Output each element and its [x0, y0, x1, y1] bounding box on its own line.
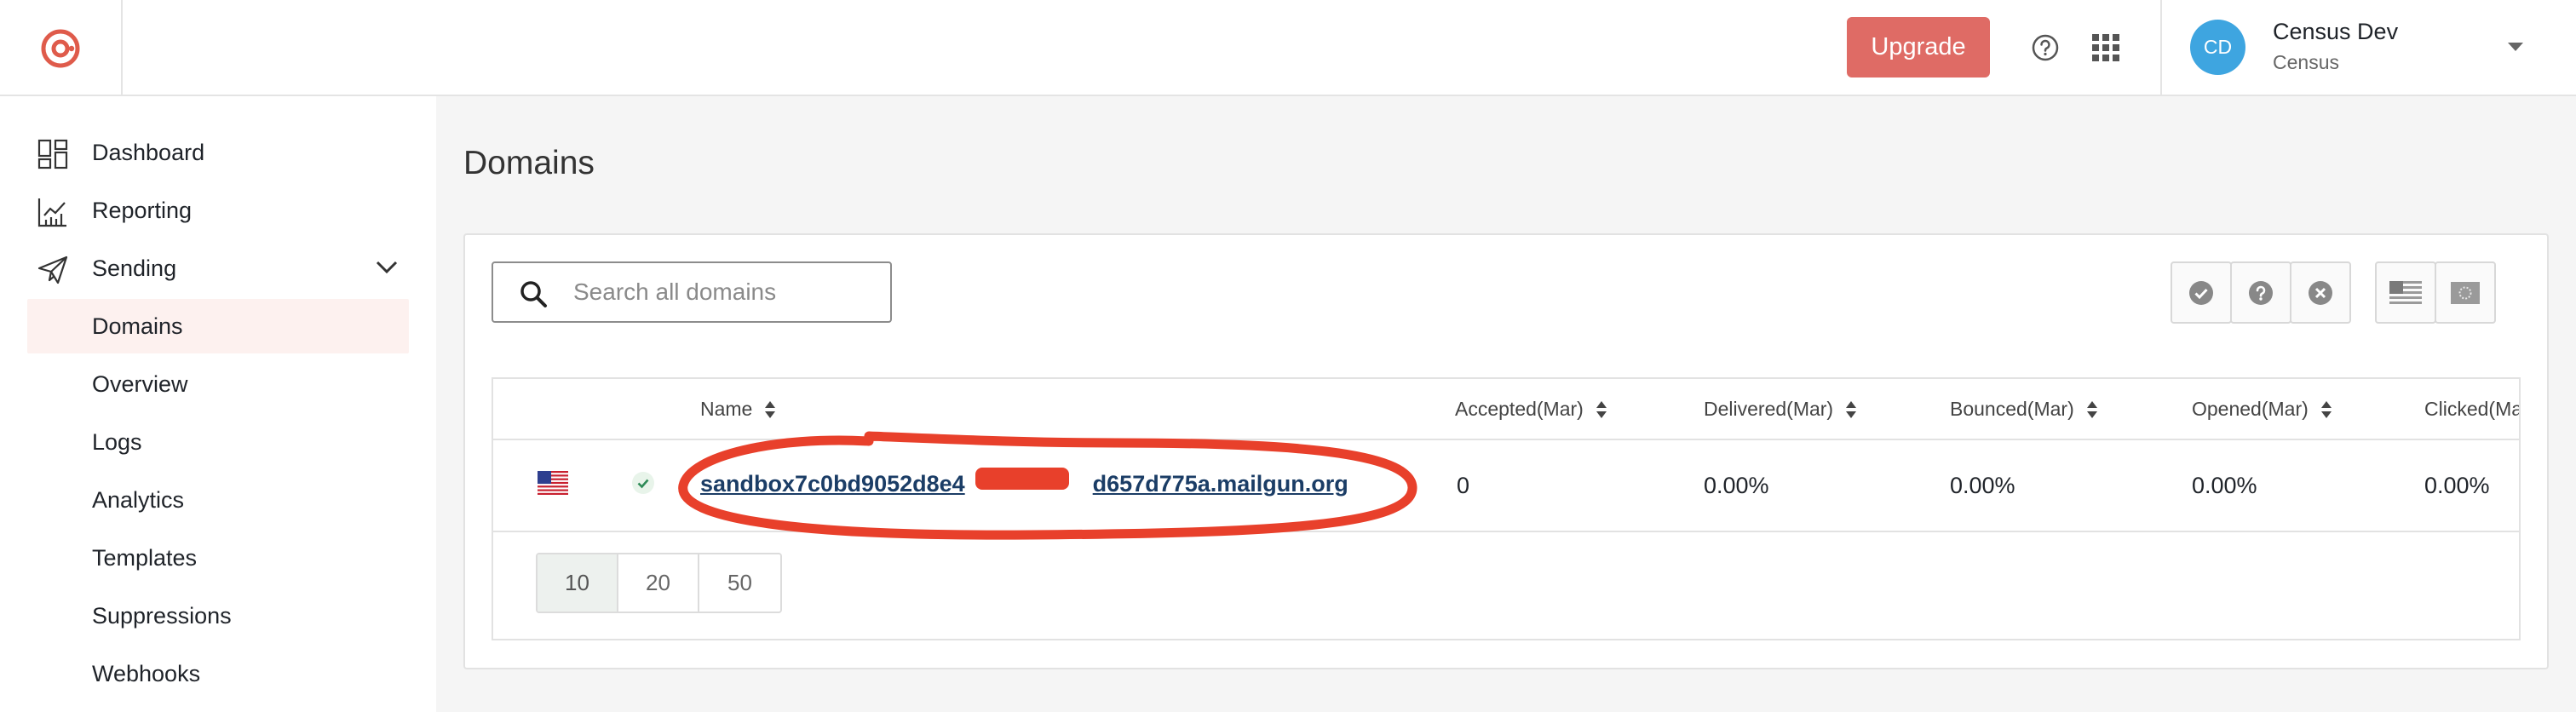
apps-grid-icon[interactable]: [2091, 33, 2120, 62]
clicked-cell: 0.00%: [2424, 473, 2490, 498]
sidebar-item-label: Sending: [92, 255, 177, 281]
x-circle-icon: [2309, 280, 2332, 305]
sidebar-item-overview[interactable]: Overview: [27, 357, 409, 411]
user-menu[interactable]: CD Census Dev Census: [2160, 0, 2576, 96]
column-header-accepted[interactable]: Accepted(Mar): [1455, 398, 1607, 421]
sort-icon: [1846, 400, 1857, 418]
redaction-mark: [975, 468, 1069, 490]
opened-cell: 0.00%: [2192, 473, 2257, 498]
page-size-10-button[interactable]: 10: [538, 554, 618, 612]
logo[interactable]: [0, 0, 123, 96]
sidebar-item-label: Overview: [92, 370, 188, 397]
sidebar: Dashboard Reporting Sending Domains Over…: [0, 96, 436, 712]
domain-name-suffix: d657d775a.mailgun.org: [1092, 471, 1348, 497]
sidebar-item-label: Webhooks: [92, 660, 201, 686]
sidebar-item-label: Reporting: [92, 197, 193, 223]
user-org: Census: [2273, 51, 2339, 73]
user-name: Census Dev: [2273, 19, 2399, 44]
table-row: sandbox7c0bd9052d8e4 d657d775a.mailgun.or…: [493, 440, 2519, 532]
sidebar-item-label: Logs: [92, 428, 142, 455]
sort-icon: [1596, 400, 1607, 418]
table-header: Name Accepted(Mar) Delivered(Mar) Bounce…: [493, 379, 2519, 440]
domain-name-prefix: sandbox7c0bd9052d8e4: [700, 471, 965, 497]
us-flag-icon: [538, 471, 568, 495]
search-input[interactable]: [573, 272, 880, 313]
filter-us-region-button[interactable]: [2375, 261, 2436, 324]
chevron-down-icon[interactable]: [2506, 41, 2525, 53]
column-header-opened[interactable]: Opened(Mar): [2192, 398, 2332, 421]
column-label: Opened(Mar): [2192, 398, 2309, 420]
mailgun-app: Upgrade CD Census Dev Census Dashboard R…: [0, 0, 2576, 712]
column-label: Clicked(Mar): [2424, 398, 2519, 420]
sidebar-item-webhooks[interactable]: Webhooks: [27, 646, 409, 701]
chart-icon: [37, 198, 66, 227]
sidebar-item-dashboard[interactable]: Dashboard: [27, 125, 409, 180]
filter-eu-region-button[interactable]: [2435, 261, 2496, 324]
column-header-name[interactable]: Name: [700, 398, 776, 421]
verified-check-icon: [632, 472, 654, 494]
mailgun-logo-icon: [41, 29, 80, 67]
page-size-50-button[interactable]: 50: [699, 554, 780, 612]
delivered-cell: 0.00%: [1704, 473, 1769, 498]
sidebar-item-label: Domains: [92, 313, 183, 339]
avatar: CD: [2190, 20, 2245, 75]
chevron-down-icon[interactable]: [375, 260, 399, 275]
sidebar-item-reporting[interactable]: Reporting: [27, 183, 409, 238]
paper-plane-icon: [37, 256, 68, 284]
us-flag-icon: [2389, 280, 2422, 304]
top-bar: Upgrade CD Census Dev Census: [0, 0, 2576, 96]
sidebar-item-templates[interactable]: Templates: [27, 531, 409, 585]
page-title: Domains: [463, 145, 595, 181]
upgrade-button[interactable]: Upgrade: [1847, 17, 1990, 78]
column-label: Bounced(Mar): [1950, 398, 2074, 420]
dashboard-icon: [37, 139, 68, 169]
sidebar-item-sending[interactable]: Sending: [27, 241, 409, 296]
bounced-cell: 0.00%: [1950, 473, 2015, 498]
domains-table: Name Accepted(Mar) Delivered(Mar) Bounce…: [492, 377, 2521, 640]
sidebar-item-logs[interactable]: Logs: [27, 415, 409, 469]
search-box[interactable]: [492, 261, 892, 323]
accepted-cell: 0: [1457, 473, 1470, 498]
sidebar-item-label: Dashboard: [92, 139, 205, 165]
search-icon: [520, 281, 547, 307]
sort-icon: [2320, 400, 2332, 418]
filter-unverified-button[interactable]: [2230, 261, 2291, 324]
column-header-delivered[interactable]: Delivered(Mar): [1704, 398, 1857, 421]
sort-icon: [2086, 400, 2097, 418]
column-header-clicked[interactable]: Clicked(Mar): [2424, 398, 2519, 421]
sidebar-item-analytics[interactable]: Analytics: [27, 473, 409, 527]
question-circle-icon: [2249, 280, 2273, 305]
sidebar-item-domains[interactable]: Domains: [27, 299, 409, 353]
sidebar-item-suppressions[interactable]: Suppressions: [27, 589, 409, 643]
column-label: Delivered(Mar): [1704, 398, 1834, 420]
filter-disabled-button[interactable]: [2290, 261, 2351, 324]
check-circle-icon: [2189, 280, 2213, 305]
page-size-20-button[interactable]: 20: [618, 554, 699, 612]
column-header-bounced[interactable]: Bounced(Mar): [1950, 398, 2098, 421]
column-label: Accepted(Mar): [1455, 398, 1584, 420]
sidebar-item-label: Suppressions: [92, 602, 232, 629]
filter-active-button[interactable]: [2171, 261, 2232, 324]
sidebar-item-label: Templates: [92, 544, 198, 571]
page-size-selector: 10 20 50: [536, 553, 782, 613]
column-label: Name: [700, 398, 753, 420]
eu-flag-icon: [2451, 281, 2480, 304]
sidebar-item-label: Analytics: [92, 486, 185, 513]
sort-icon: [765, 400, 776, 418]
help-icon[interactable]: [2031, 33, 2060, 62]
